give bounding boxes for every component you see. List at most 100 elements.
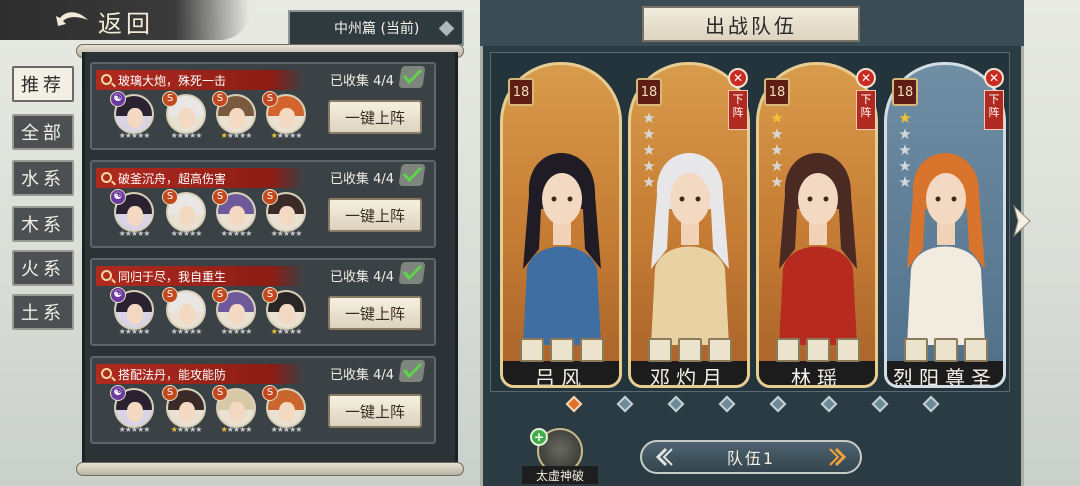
hero-face [279, 108, 295, 128]
equipment-slot[interactable] [550, 338, 574, 362]
prev-team-arrow-icon[interactable] [652, 446, 674, 468]
equipment-slot[interactable] [520, 338, 544, 362]
collected-count: 已收集 4/4 [330, 172, 395, 187]
hero-face [179, 402, 195, 422]
close-icon[interactable]: ✕ [728, 68, 748, 88]
tab-1[interactable]: 全部 [12, 114, 74, 150]
next-team-arrow-icon[interactable] [828, 446, 850, 468]
tab-3[interactable]: 木系 [12, 206, 74, 242]
back-button-label[interactable]: 返回 [98, 4, 154, 39]
add-skill-icon[interactable]: + [530, 428, 548, 446]
hero-stars: ★★★★★ [220, 131, 253, 140]
recommend-row: 玻璃大炮，殊死一击 已收集 4/4 一键上阵 ☯ ★★★★★ S ★★★★★ S ★★★★★ S ★… [90, 62, 436, 150]
hero-face [127, 304, 143, 324]
equipment-slot[interactable] [580, 338, 604, 362]
tab-4[interactable]: 火系 [12, 250, 74, 286]
one-click-deploy-button[interactable]: 一键上阵 [328, 394, 422, 428]
back-arrow-icon[interactable] [54, 8, 90, 32]
team-title: 出战队伍 [642, 6, 860, 42]
row-title-text: 同归于尽，我自重生 [118, 269, 227, 284]
hero-level-badge: 18 [508, 78, 534, 106]
chapter-label: 中州篇 (当前) [334, 21, 420, 37]
hero-face [179, 304, 195, 324]
row-title-text: 破釜沉舟，超高伤害 [118, 171, 227, 186]
equipment-slot[interactable] [904, 338, 928, 362]
hero-stars: ★★★★★ [220, 327, 253, 336]
hero-stars: ★★★★★ [118, 327, 151, 336]
element-icon: S [262, 385, 278, 401]
hero-level-badge: 18 [764, 78, 790, 106]
one-click-deploy-button[interactable]: 一键上阵 [328, 100, 422, 134]
team-label: 队伍1 [726, 449, 776, 468]
equipment-slot[interactable] [964, 338, 988, 362]
close-icon[interactable]: ✕ [984, 68, 1004, 88]
hero-stars: ★★★★★ [118, 425, 151, 434]
element-icon: S [212, 91, 228, 107]
equipment-slot[interactable] [678, 338, 702, 362]
hero-stars: ★★★★★ [270, 229, 303, 238]
equipment-slot[interactable] [648, 338, 672, 362]
recommend-row: 搭配法丹，能攻能防 已收集 4/4 一键上阵 ☯ ★★★★★ S ★★★★★ S ★★★★★ S ★… [90, 356, 436, 444]
hero-name: 邓灼月 [631, 361, 747, 385]
one-click-deploy-button[interactable]: 一键上阵 [328, 198, 422, 232]
magnifier-icon [101, 368, 112, 379]
hero-stars: ★★★★★ [170, 229, 203, 238]
row-title: 玻璃大炮，殊死一击 [96, 70, 304, 90]
equipment-slot[interactable] [776, 338, 800, 362]
element-icon: S [162, 189, 178, 205]
equipment-slot[interactable] [806, 338, 830, 362]
equipment-slot[interactable] [836, 338, 860, 362]
hero-face [127, 402, 143, 422]
equipment-slot[interactable] [708, 338, 732, 362]
close-icon[interactable]: ✕ [856, 68, 876, 88]
hero-level-badge: 18 [892, 78, 918, 106]
collected-count: 已收集 4/4 [330, 270, 395, 285]
element-icon: S [162, 385, 178, 401]
element-icon: ☯ [110, 91, 126, 107]
element-icon: S [212, 287, 228, 303]
hero-face [279, 206, 295, 226]
check-icon [398, 360, 426, 382]
next-page-arrow-icon[interactable] [1010, 204, 1034, 238]
row-title: 搭配法丹，能攻能防 [96, 364, 304, 384]
element-icon: S [162, 287, 178, 303]
hero-name: 林瑶 [759, 361, 875, 385]
hero-level-badge: 18 [636, 78, 662, 106]
element-icon: S [162, 91, 178, 107]
element-icon: ☯ [110, 189, 126, 205]
row-title-text: 玻璃大炮，殊死一击 [118, 73, 227, 88]
one-click-deploy-button[interactable]: 一键上阵 [328, 296, 422, 330]
scroll-bottom-rod [76, 462, 464, 476]
element-icon: S [262, 189, 278, 205]
check-icon [398, 262, 426, 284]
element-icon: S [212, 385, 228, 401]
element-icon: ☯ [110, 385, 126, 401]
hero-face [179, 108, 195, 128]
hero-face [229, 304, 245, 324]
hero-name: 烈阳尊圣 [887, 361, 1003, 385]
chapter-selector[interactable]: 中州篇 (当前) [288, 10, 464, 46]
hero-stars: ★★★★★ [118, 229, 151, 238]
remove-from-team-button[interactable]: 下阵 [984, 90, 1004, 130]
magnifier-icon [101, 172, 112, 183]
remove-from-team-button[interactable]: 下阵 [856, 90, 876, 130]
hero-face [127, 206, 143, 226]
check-icon [398, 66, 426, 88]
hero-star-column: ★ ★ ★ ★ ★ [898, 109, 912, 191]
tab-0[interactable]: 推荐 [12, 66, 74, 102]
row-title: 破釜沉舟，超高伤害 [96, 168, 304, 188]
hero-face [229, 108, 245, 128]
hero-stars: ★★★★★ [270, 131, 303, 140]
hero-face [179, 206, 195, 226]
recommend-row: 破釜沉舟，超高伤害 已收集 4/4 一键上阵 ☯ ★★★★★ S ★★★★★ S ★★★★★ S ★… [90, 160, 436, 248]
element-icon: ☯ [110, 287, 126, 303]
hero-star-column: ★ ★ ★ ★ ★ [770, 109, 784, 191]
tab-5[interactable]: 土系 [12, 294, 74, 330]
element-icon: S [262, 287, 278, 303]
row-title-text: 搭配法丹，能攻能防 [118, 367, 227, 382]
tab-2[interactable]: 水系 [12, 160, 74, 196]
equipment-slot[interactable] [934, 338, 958, 362]
skill-label: 太虚神破 [522, 466, 598, 484]
hero-stars: ★★★★★ [170, 131, 203, 140]
remove-from-team-button[interactable]: 下阵 [728, 90, 748, 130]
